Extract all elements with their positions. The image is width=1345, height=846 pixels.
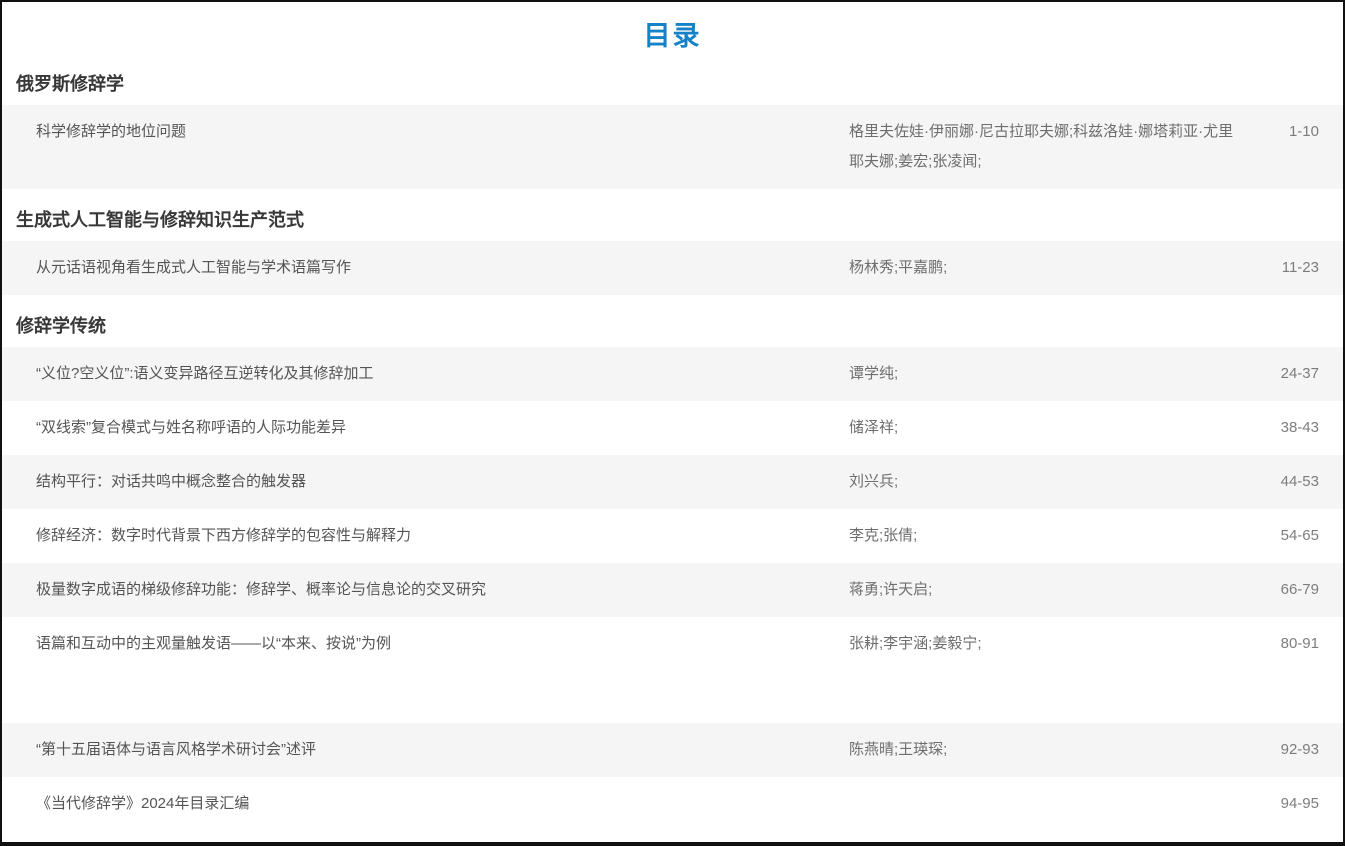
article-page-range: 54-65 — [1239, 521, 1319, 551]
article-authors: 张耕;李宇涵;姜毅宁; — [849, 629, 1239, 659]
article-title-link[interactable]: “第十五届语体与语言风格学术研讨会”述评 — [36, 735, 849, 765]
article-title-link[interactable]: 修辞经济：数字时代背景下西方修辞学的包容性与解释力 — [36, 521, 849, 551]
table-row: 结构平行：对话共鸣中概念整合的触发器 刘兴兵; 44-53 — [2, 455, 1343, 509]
page-title: 目录 — [2, 14, 1343, 53]
article-page-range: 80-91 — [1239, 629, 1319, 659]
article-page-range: 92-93 — [1239, 735, 1319, 765]
section-heading: 俄罗斯修辞学 — [16, 73, 1329, 95]
toc-section-rhetoric-tradition: 修辞学传统 “义位?空义位”:语义变异路径互逆转化及其修辞加工 谭学纯; 24-… — [2, 315, 1343, 671]
article-page-range: 66-79 — [1239, 575, 1319, 605]
article-page-range: 1-10 — [1239, 117, 1319, 147]
table-row: 《当代修辞学》2024年目录汇编 94-95 — [2, 777, 1343, 831]
article-authors: 谭学纯; — [849, 359, 1239, 389]
article-authors: 刘兴兵; — [849, 467, 1239, 497]
table-row: “第十五届语体与语言风格学术研讨会”述评 陈燕晴;王瑛琛; 92-93 — [2, 723, 1343, 777]
toc-section-russian-rhetoric: 俄罗斯修辞学 科学修辞学的地位问题 格里夫佐娃·伊丽娜·尼古拉耶夫娜;科兹洛娃·… — [2, 73, 1343, 189]
article-page-range: 44-53 — [1239, 467, 1319, 497]
section-heading: 生成式人工智能与修辞知识生产范式 — [16, 209, 1329, 231]
table-row: 修辞经济：数字时代背景下西方修辞学的包容性与解释力 李克;张倩; 54-65 — [2, 509, 1343, 563]
article-authors: 蒋勇;许天启; — [849, 575, 1239, 605]
article-title-link[interactable]: 科学修辞学的地位问题 — [36, 117, 849, 147]
table-row: 极量数字成语的梯级修辞功能：修辞学、概率论与信息论的交叉研究 蒋勇;许天启; 6… — [2, 563, 1343, 617]
toc-page: 目录 俄罗斯修辞学 科学修辞学的地位问题 格里夫佐娃·伊丽娜·尼古拉耶夫娜;科兹… — [0, 0, 1345, 846]
article-title-link[interactable]: 《当代修辞学》2024年目录汇编 — [36, 789, 849, 819]
table-row: 从元话语视角看生成式人工智能与学术语篇写作 杨林秀;平嘉鹏; 11-23 — [2, 241, 1343, 295]
toc-section-generative-ai: 生成式人工智能与修辞知识生产范式 从元话语视角看生成式人工智能与学术语篇写作 杨… — [2, 209, 1343, 295]
article-authors: 杨林秀;平嘉鹏; — [849, 253, 1239, 283]
article-page-range: 94-95 — [1239, 789, 1319, 819]
article-title-link[interactable]: 语篇和互动中的主观量触发语——以“本来、按说”为例 — [36, 629, 849, 659]
table-row: “双线索”复合模式与姓名称呼语的人际功能差异 储泽祥; 38-43 — [2, 401, 1343, 455]
table-row: 语篇和互动中的主观量触发语——以“本来、按说”为例 张耕;李宇涵;姜毅宁; 80… — [2, 617, 1343, 671]
article-title-link[interactable]: 极量数字成语的梯级修辞功能：修辞学、概率论与信息论的交叉研究 — [36, 575, 849, 605]
article-authors: 陈燕晴;王瑛琛; — [849, 735, 1239, 765]
table-row: “义位?空义位”:语义变异路径互逆转化及其修辞加工 谭学纯; 24-37 — [2, 347, 1343, 401]
table-row: 科学修辞学的地位问题 格里夫佐娃·伊丽娜·尼古拉耶夫娜;科兹洛娃·娜塔莉亚·尤里… — [2, 105, 1343, 189]
section-heading: 修辞学传统 — [16, 315, 1329, 337]
article-title-link[interactable]: 结构平行：对话共鸣中概念整合的触发器 — [36, 467, 849, 497]
article-page-range: 11-23 — [1239, 253, 1319, 283]
toc-section-untitled: “第十五届语体与语言风格学术研讨会”述评 陈燕晴;王瑛琛; 92-93 《当代修… — [2, 691, 1343, 831]
article-page-range: 38-43 — [1239, 413, 1319, 443]
article-title-link[interactable]: 从元话语视角看生成式人工智能与学术语篇写作 — [36, 253, 849, 283]
article-authors: 格里夫佐娃·伊丽娜·尼古拉耶夫娜;科兹洛娃·娜塔莉亚·尤里耶夫娜;姜宏;张凌闻; — [849, 117, 1239, 177]
article-authors: 李克;张倩; — [849, 521, 1239, 551]
article-page-range: 24-37 — [1239, 359, 1319, 389]
article-authors: 储泽祥; — [849, 413, 1239, 443]
section-heading — [16, 691, 1329, 713]
article-title-link[interactable]: “双线索”复合模式与姓名称呼语的人际功能差异 — [36, 413, 849, 443]
article-title-link[interactable]: “义位?空义位”:语义变异路径互逆转化及其修辞加工 — [36, 359, 849, 389]
